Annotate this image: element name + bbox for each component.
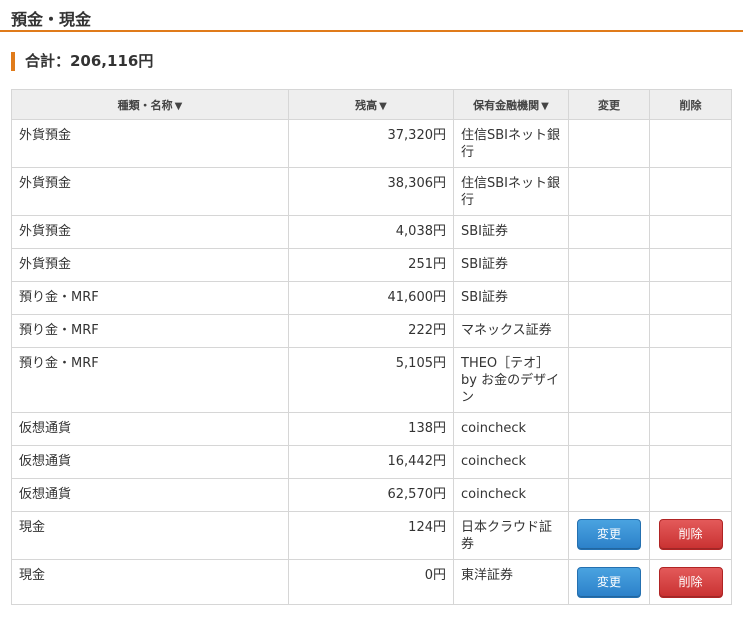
balance-cell: 38,306円 bbox=[288, 167, 454, 216]
balance-cell: 62,570円 bbox=[288, 478, 454, 512]
delete-button[interactable]: 削除 bbox=[658, 567, 723, 598]
institution-cell: coincheck bbox=[453, 412, 569, 446]
table-row: 現金 0円 東洋証券 変更 削除 bbox=[11, 559, 732, 605]
edit-cell bbox=[568, 445, 650, 479]
asset-name-cell: 預り金・MRF bbox=[11, 281, 289, 315]
table-row: 外貨預金 251円 SBI証券 bbox=[11, 248, 732, 282]
institution-cell: マネックス証券 bbox=[453, 314, 569, 348]
delete-cell: 削除 bbox=[649, 559, 732, 605]
edit-cell bbox=[568, 119, 650, 168]
balance-cell: 16,442円 bbox=[288, 445, 454, 479]
section-header: 預金・現金 bbox=[0, 0, 743, 32]
balance-cell: 251円 bbox=[288, 248, 454, 282]
balance-cell: 5,105円 bbox=[288, 347, 454, 413]
balance-cell: 124円 bbox=[288, 511, 454, 560]
edit-cell bbox=[568, 412, 650, 446]
sort-down-icon: ▼ bbox=[379, 100, 387, 112]
table-header-row: 種類・名称 ▼ 残高 ▼ 保有金融機関 ▼ 変更 削除 bbox=[11, 89, 732, 120]
section-title: 預金・現金 bbox=[11, 10, 92, 29]
deposits-cash-table: 種類・名称 ▼ 残高 ▼ 保有金融機関 ▼ 変更 削除 外貨預金 37,320円 住信SB… bbox=[11, 89, 732, 605]
institution-cell: 東洋証券 bbox=[453, 559, 569, 605]
asset-name-cell: 外貨預金 bbox=[11, 167, 289, 216]
table-row: 仮想通貨 16,442円 coincheck bbox=[11, 445, 732, 479]
table-row: 外貨預金 4,038円 SBI証券 bbox=[11, 215, 732, 249]
delete-cell bbox=[649, 119, 732, 168]
institution-cell: 住信SBIネット銀行 bbox=[453, 167, 569, 216]
edit-button[interactable]: 変更 bbox=[577, 567, 641, 598]
delete-button[interactable]: 削除 bbox=[658, 519, 723, 550]
institution-cell: 住信SBIネット銀行 bbox=[453, 119, 569, 168]
column-header-delete: 削除 bbox=[649, 89, 732, 120]
table-row: 預り金・MRF 41,600円 SBI証券 bbox=[11, 281, 732, 315]
institution-cell: 日本クラウド証券 bbox=[453, 511, 569, 560]
institution-cell: coincheck bbox=[453, 478, 569, 512]
delete-cell bbox=[649, 478, 732, 512]
institution-cell: SBI証券 bbox=[453, 281, 569, 315]
edit-cell bbox=[568, 167, 650, 216]
institution-cell: SBI証券 bbox=[453, 248, 569, 282]
table-row: 預り金・MRF 5,105円 THEO［テオ］ by お金のデザイン bbox=[11, 347, 732, 413]
institution-cell: coincheck bbox=[453, 445, 569, 479]
delete-cell: 削除 bbox=[649, 511, 732, 560]
table-row: 仮想通貨 62,570円 coincheck bbox=[11, 478, 732, 512]
delete-cell bbox=[649, 412, 732, 446]
edit-cell: 変更 bbox=[568, 559, 650, 605]
balance-cell: 4,038円 bbox=[288, 215, 454, 249]
delete-cell bbox=[649, 347, 732, 413]
edit-cell bbox=[568, 314, 650, 348]
asset-name-cell: 仮想通貨 bbox=[11, 445, 289, 479]
balance-cell: 138円 bbox=[288, 412, 454, 446]
asset-name-cell: 仮想通貨 bbox=[11, 478, 289, 512]
delete-cell bbox=[649, 167, 732, 216]
column-header-balance[interactable]: 残高 ▼ bbox=[288, 89, 454, 120]
total-amount: 合計：206,116円 bbox=[11, 52, 153, 71]
table-row: 外貨預金 37,320円 住信SBIネット銀行 bbox=[11, 119, 732, 168]
edit-cell bbox=[568, 347, 650, 413]
column-header-name[interactable]: 種類・名称 ▼ bbox=[11, 89, 289, 120]
edit-cell bbox=[568, 478, 650, 512]
institution-cell: THEO［テオ］ by お金のデザイン bbox=[453, 347, 569, 413]
asset-name-cell: 現金 bbox=[11, 559, 289, 605]
balance-cell: 41,600円 bbox=[288, 281, 454, 315]
delete-cell bbox=[649, 215, 732, 249]
edit-button[interactable]: 変更 bbox=[577, 519, 641, 550]
delete-cell bbox=[649, 281, 732, 315]
delete-cell bbox=[649, 445, 732, 479]
edit-cell: 変更 bbox=[568, 511, 650, 560]
balance-cell: 0円 bbox=[288, 559, 454, 605]
edit-cell bbox=[568, 281, 650, 315]
asset-name-cell: 外貨預金 bbox=[11, 119, 289, 168]
edit-cell bbox=[568, 215, 650, 249]
sort-down-icon: ▼ bbox=[541, 100, 549, 112]
column-header-edit: 変更 bbox=[568, 89, 650, 120]
sort-down-icon: ▼ bbox=[174, 100, 183, 112]
balance-cell: 222円 bbox=[288, 314, 454, 348]
column-header-institution[interactable]: 保有金融機関 ▼ bbox=[453, 89, 569, 120]
table-row: 現金 124円 日本クラウド証券 変更 削除 bbox=[11, 511, 732, 560]
table-row: 外貨預金 38,306円 住信SBIネット銀行 bbox=[11, 167, 732, 216]
delete-cell bbox=[649, 248, 732, 282]
table-row: 預り金・MRF 222円 マネックス証券 bbox=[11, 314, 732, 348]
balance-cell: 37,320円 bbox=[288, 119, 454, 168]
asset-name-cell: 預り金・MRF bbox=[11, 314, 289, 348]
institution-cell: SBI証券 bbox=[453, 215, 569, 249]
asset-name-cell: 仮想通貨 bbox=[11, 412, 289, 446]
asset-name-cell: 現金 bbox=[11, 511, 289, 560]
edit-cell bbox=[568, 248, 650, 282]
asset-name-cell: 預り金・MRF bbox=[11, 347, 289, 413]
asset-name-cell: 外貨預金 bbox=[11, 248, 289, 282]
table-row: 仮想通貨 138円 coincheck bbox=[11, 412, 732, 446]
asset-name-cell: 外貨預金 bbox=[11, 215, 289, 249]
delete-cell bbox=[649, 314, 732, 348]
